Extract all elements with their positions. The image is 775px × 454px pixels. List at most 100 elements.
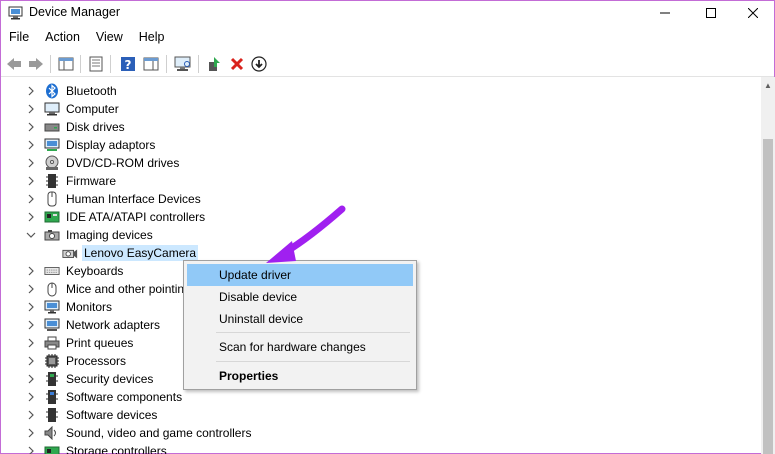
tree-category-monitors[interactable]: Monitors <box>26 298 114 316</box>
tree-category-network-adapters[interactable]: Network adapters <box>26 316 162 334</box>
maximize-button[interactable] <box>688 1 734 25</box>
tree-category-human-interface-devices[interactable]: Human Interface Devices <box>26 190 203 208</box>
hid-icon <box>44 191 60 207</box>
tree-category-imaging-devices[interactable]: Imaging devices <box>26 226 155 244</box>
chevron-right-icon[interactable] <box>26 392 36 402</box>
properties-icon[interactable] <box>87 55 105 73</box>
tree-item-label: Processors <box>66 354 127 368</box>
ctx-item-label: Disable device <box>219 290 298 304</box>
tree-item-label: Software devices <box>66 408 158 422</box>
software-device-icon <box>44 407 60 423</box>
chevron-right-icon[interactable] <box>26 122 36 132</box>
tree-item-label: Display adaptors <box>66 138 156 152</box>
tree-category-keyboards[interactable]: Keyboards <box>26 262 125 280</box>
tree-category-mice-and-other-pointin[interactable]: Mice and other pointin <box>26 280 186 298</box>
uninstall-device-icon[interactable] <box>228 55 246 73</box>
toolbar-separator <box>166 55 167 73</box>
tree-category-software-devices[interactable]: Software devices <box>26 406 159 424</box>
computer-icon <box>44 101 60 117</box>
tree-category-software-components[interactable]: Software components <box>26 388 184 406</box>
ide-controller-icon <box>44 209 60 225</box>
ctx-item-label: Uninstall device <box>219 312 304 326</box>
scroll-up-arrow-icon[interactable]: ▲ <box>761 77 775 93</box>
processor-icon <box>44 353 60 369</box>
chevron-right-icon[interactable] <box>26 266 36 276</box>
enable-device-icon[interactable] <box>206 55 224 73</box>
ctx-disable-device[interactable]: Disable device <box>187 286 413 308</box>
title-bar: Device Manager <box>1 1 774 25</box>
toolbar-separator <box>110 55 111 73</box>
update-driver-icon[interactable] <box>250 55 268 73</box>
chevron-right-icon[interactable] <box>26 338 36 348</box>
chevron-right-icon[interactable] <box>26 410 36 420</box>
menu-file[interactable]: File <box>1 27 37 49</box>
tree-item-label: Disk drives <box>66 120 125 134</box>
chevron-down-icon[interactable] <box>26 230 36 240</box>
ctx-item-label: Properties <box>219 369 279 383</box>
ctx-uninstall-device[interactable]: Uninstall device <box>187 308 413 330</box>
tree-item-label: Lenovo EasyCamera <box>82 245 199 261</box>
help-icon[interactable]: ? <box>119 55 137 73</box>
disk-drive-icon <box>44 119 60 135</box>
chevron-right-icon[interactable] <box>26 320 36 330</box>
menu-view[interactable]: View <box>88 27 131 49</box>
tree-category-computer[interactable]: Computer <box>26 100 121 118</box>
bluetooth-icon <box>44 83 60 99</box>
tree-category-storage-controllers[interactable]: Storage controllers <box>26 442 169 454</box>
chevron-right-icon[interactable] <box>26 284 36 294</box>
tree-item-label: Security devices <box>66 372 154 386</box>
tree-category-security-devices[interactable]: Security devices <box>26 370 155 388</box>
security-device-icon <box>44 371 60 387</box>
menu-action[interactable]: Action <box>37 27 88 49</box>
forward-icon[interactable] <box>27 55 45 73</box>
tree-category-processors[interactable]: Processors <box>26 352 128 370</box>
tree-category-bluetooth[interactable]: Bluetooth <box>26 82 119 100</box>
tree-category-display-adaptors[interactable]: Display adaptors <box>26 136 157 154</box>
vertical-scrollbar[interactable]: ▲ <box>761 77 775 454</box>
tree-item-label: Network adapters <box>66 318 161 332</box>
monitor-icon <box>44 299 60 315</box>
tree-item-label: Keyboards <box>66 264 124 278</box>
ctx-properties[interactable]: Properties <box>187 365 413 387</box>
display-adapter-icon <box>44 137 60 153</box>
tree-category-firmware[interactable]: Firmware <box>26 172 118 190</box>
tree-item-label: Imaging devices <box>66 228 153 242</box>
tree-item-label: Bluetooth <box>66 84 117 98</box>
tree-category-print-queues[interactable]: Print queues <box>26 334 135 352</box>
sound-icon <box>44 425 60 441</box>
keyboard-icon <box>44 263 60 279</box>
chevron-right-icon[interactable] <box>26 86 36 96</box>
chevron-right-icon[interactable] <box>26 104 36 114</box>
scroll-thumb[interactable] <box>763 139 773 454</box>
back-icon[interactable] <box>5 55 23 73</box>
tree-item-label: Human Interface Devices <box>66 192 201 206</box>
chevron-right-icon[interactable] <box>26 212 36 222</box>
tree-item-label: Firmware <box>66 174 116 188</box>
ctx-scan-hardware[interactable]: Scan for hardware changes <box>187 336 413 358</box>
tree-category-sound-video-and-game-controllers[interactable]: Sound, video and game controllers <box>26 424 253 442</box>
chevron-right-icon[interactable] <box>26 302 36 312</box>
close-button[interactable] <box>730 1 775 25</box>
toolbar: ? <box>1 51 774 77</box>
tree-category-ide-ata-atapi-controllers[interactable]: IDE ATA/ATAPI controllers <box>26 208 207 226</box>
chevron-right-icon[interactable] <box>26 176 36 186</box>
tree-category-disk-drives[interactable]: Disk drives <box>26 118 127 136</box>
toolbar-separator <box>80 55 81 73</box>
scan-hardware-icon[interactable] <box>174 55 192 73</box>
annotation-arrow-icon <box>266 205 346 263</box>
menu-help[interactable]: Help <box>131 27 173 49</box>
chevron-right-icon[interactable] <box>26 158 36 168</box>
chevron-right-icon[interactable] <box>26 140 36 150</box>
minimize-button[interactable] <box>642 1 688 25</box>
show-hide-console-tree-icon[interactable] <box>57 55 75 73</box>
ctx-separator <box>216 332 410 333</box>
tree-category-dvd-cd-rom-drives[interactable]: DVD/CD-ROM drives <box>26 154 181 172</box>
tree-child-lenovo-easycamera[interactable]: Lenovo EasyCamera <box>62 244 199 262</box>
action-pane-icon[interactable] <box>142 55 160 73</box>
chevron-right-icon[interactable] <box>26 446 36 454</box>
toolbar-separator <box>198 55 199 73</box>
chevron-right-icon[interactable] <box>26 356 36 366</box>
chevron-right-icon[interactable] <box>26 428 36 438</box>
chevron-right-icon[interactable] <box>26 194 36 204</box>
chevron-right-icon[interactable] <box>26 374 36 384</box>
